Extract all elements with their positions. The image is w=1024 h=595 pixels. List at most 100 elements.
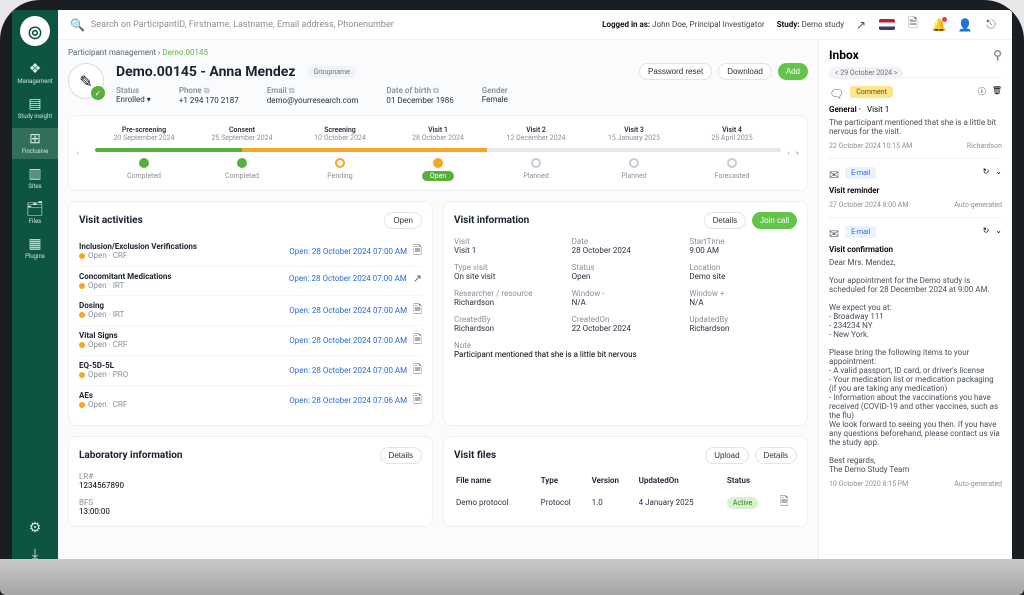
timeline-node[interactable] [237, 158, 247, 168]
timeline-node[interactable] [531, 158, 541, 168]
timeline-node[interactable] [335, 158, 345, 168]
message-tag: E-mail [845, 226, 876, 238]
chevron-down-icon[interactable]: ⌄ [995, 226, 1002, 235]
locale-flag[interactable] [878, 16, 896, 34]
participant-title: Demo.00145 - Anna Mendez [116, 64, 295, 80]
user-icon[interactable]: 👤 [956, 16, 974, 34]
phone-value: +1 294 170 2187 [179, 96, 239, 105]
delete-icon[interactable]: 🗑 [992, 86, 1002, 97]
inbox-date[interactable]: < 29 October 2024 > [829, 67, 903, 79]
message-type-icon: 🗨 [829, 87, 844, 101]
nav-files[interactable]: 🗂Files [12, 198, 58, 229]
nav-download[interactable]: ⤓ [12, 543, 58, 565]
card-title: Visit activities [79, 215, 143, 226]
activity-action-icon[interactable]: 🗎 [413, 331, 422, 350]
activity-action-icon[interactable]: 🗎 [413, 301, 422, 320]
chevron-down-icon[interactable]: ⌄ [995, 167, 1002, 176]
nav-plugins[interactable]: ▦Plugins [12, 233, 58, 264]
global-search[interactable]: 🔍 Search on ParticipantID, Firstname, La… [70, 18, 594, 32]
status-value[interactable]: Enrolled ▾ [116, 95, 151, 104]
join-call-button[interactable]: Join call [752, 212, 797, 229]
nav-management[interactable]: ❖Management [12, 58, 58, 89]
email-label: Email ⧉ [267, 86, 359, 96]
download-button[interactable]: Download [718, 63, 772, 80]
activity-action-icon[interactable]: 🗎 [413, 391, 422, 410]
activity-row[interactable]: EQ-5D-5LOpen · PRO Open: 28 October 2024… [79, 356, 422, 386]
copy-icon[interactable]: ⧉ [204, 86, 210, 95]
study-label: Study: [777, 20, 800, 29]
file-open-icon[interactable]: 🗎 [780, 495, 789, 508]
plugin-icon: ▦ [28, 237, 41, 251]
email-value: demo@yourresearch.com [267, 96, 359, 105]
card-title: Visit information [454, 215, 529, 226]
nav-sites[interactable]: ▥Sites [12, 163, 58, 194]
bell-icon[interactable]: 🔔 [930, 16, 948, 34]
timeline-end[interactable]: » [796, 149, 799, 157]
inbox-message[interactable]: 🗨Commentⓘ🗑 General · Visit 1 The partici… [829, 77, 1002, 158]
gender-value: Female [482, 95, 508, 104]
timeline-next[interactable]: › [788, 149, 790, 157]
refresh-icon[interactable]: ↻ [983, 226, 990, 235]
activity-row[interactable]: Vital SignsOpen · CRF Open: 28 October 2… [79, 326, 422, 356]
breadcrumb: Participant management › Demo.00145 [68, 48, 808, 57]
status-badge: ✓ [91, 86, 105, 100]
activity-action-icon[interactable]: 🗎 [413, 242, 422, 261]
files-details-button[interactable]: Details [755, 447, 797, 464]
filter-icon[interactable]: ⚲ [993, 48, 1002, 62]
upload-file-button[interactable]: Upload [705, 447, 748, 464]
gear-icon: ⚙ [29, 521, 42, 535]
status-label: Status [116, 86, 151, 95]
timeline-node[interactable] [139, 158, 149, 168]
message-type-icon: ✉ [829, 227, 839, 241]
copy-icon[interactable]: ⧉ [289, 86, 295, 95]
card-title: Laboratory information [79, 450, 182, 461]
refresh-icon[interactable]: ↻ [983, 167, 990, 176]
logged-in-label: Logged in as: [602, 20, 650, 29]
avatar[interactable]: ✎✓ [68, 63, 104, 99]
bars-icon: ▤ [28, 97, 41, 111]
open-activities-button[interactable]: Open [384, 212, 422, 229]
add-button[interactable]: Add [778, 63, 808, 80]
nav-settings[interactable]: ⚙ [12, 517, 58, 539]
activity-row[interactable]: Inclusion/Exclusion VerificationsOpen · … [79, 237, 422, 267]
breadcrumb-parent[interactable]: Participant management [68, 48, 156, 57]
document-icon[interactable]: 🗎 [904, 16, 922, 34]
logout-icon[interactable]: ⎋ [982, 16, 1000, 34]
breadcrumb-current: Demo.00145 [162, 48, 208, 57]
phone-label: Phone ⧉ [179, 86, 239, 96]
visit-details-button[interactable]: Details [704, 212, 746, 229]
lrn-label: LR# [79, 472, 422, 481]
nav-study-insight[interactable]: ▤Study insight [12, 93, 58, 124]
window-icon: ⊞ [29, 132, 41, 146]
inbox-message[interactable]: ✉E-mail↻⌄ Visit reminder 27 October 2024… [829, 158, 1002, 217]
inbox-title: Inbox [829, 48, 859, 62]
password-reset-button[interactable]: Password reset [639, 63, 712, 80]
download-icon: ⤓ [32, 547, 38, 561]
external-link-icon[interactable]: ↗ [852, 16, 870, 34]
app-sidebar: ◎ ❖Management ▤Study insight ⊞Finclusive… [12, 10, 58, 565]
study-value: Demo study [801, 20, 844, 29]
visit-activities-card: Visit activities Open Inclusion/Exclusion… [68, 201, 433, 426]
copy-icon[interactable]: ⧉ [433, 86, 439, 95]
flag-icon [879, 19, 895, 30]
inbox-message[interactable]: ✉E-mail↻⌄ Visit confirmation Dear Mrs. M… [829, 217, 1002, 496]
activity-row[interactable]: Concomitant MedicationsOpen · IRT Open: … [79, 267, 422, 296]
nav-finclusive[interactable]: ⊞Finclusive [12, 128, 58, 159]
lab-information-card: Laboratory informationDetails LR# 123456… [68, 436, 433, 527]
info-icon[interactable]: ⓘ [978, 86, 986, 97]
inbox-panel: Inbox⚲ < 29 October 2024 > 🗨Commentⓘ🗑 Ge… [818, 40, 1012, 565]
timeline-node[interactable] [629, 158, 639, 168]
timeline-node[interactable] [433, 158, 443, 168]
timeline-node[interactable] [727, 158, 737, 168]
activity-action-icon[interactable]: ↗ [413, 272, 422, 285]
activity-row[interactable]: AEsOpen · CRF Open: 28 October 2024 07:0… [79, 386, 422, 415]
activity-row[interactable]: DosingOpen · IRT Open: 28 October 2024 0… [79, 296, 422, 326]
sites-icon: ▥ [28, 167, 41, 181]
activity-action-icon[interactable]: 🗎 [413, 361, 422, 380]
timeline-prev[interactable]: ‹ [77, 149, 79, 157]
visit-timeline: ‹ Pre-screening20 September 2024Consent2… [68, 115, 808, 191]
bfs-value: 13:00:00 [79, 507, 422, 516]
file-row[interactable]: Demo protocolProtocol1.04 January 2025Ac… [454, 489, 797, 516]
card-title: Visit files [454, 450, 496, 461]
lab-details-button[interactable]: Details [380, 447, 422, 464]
